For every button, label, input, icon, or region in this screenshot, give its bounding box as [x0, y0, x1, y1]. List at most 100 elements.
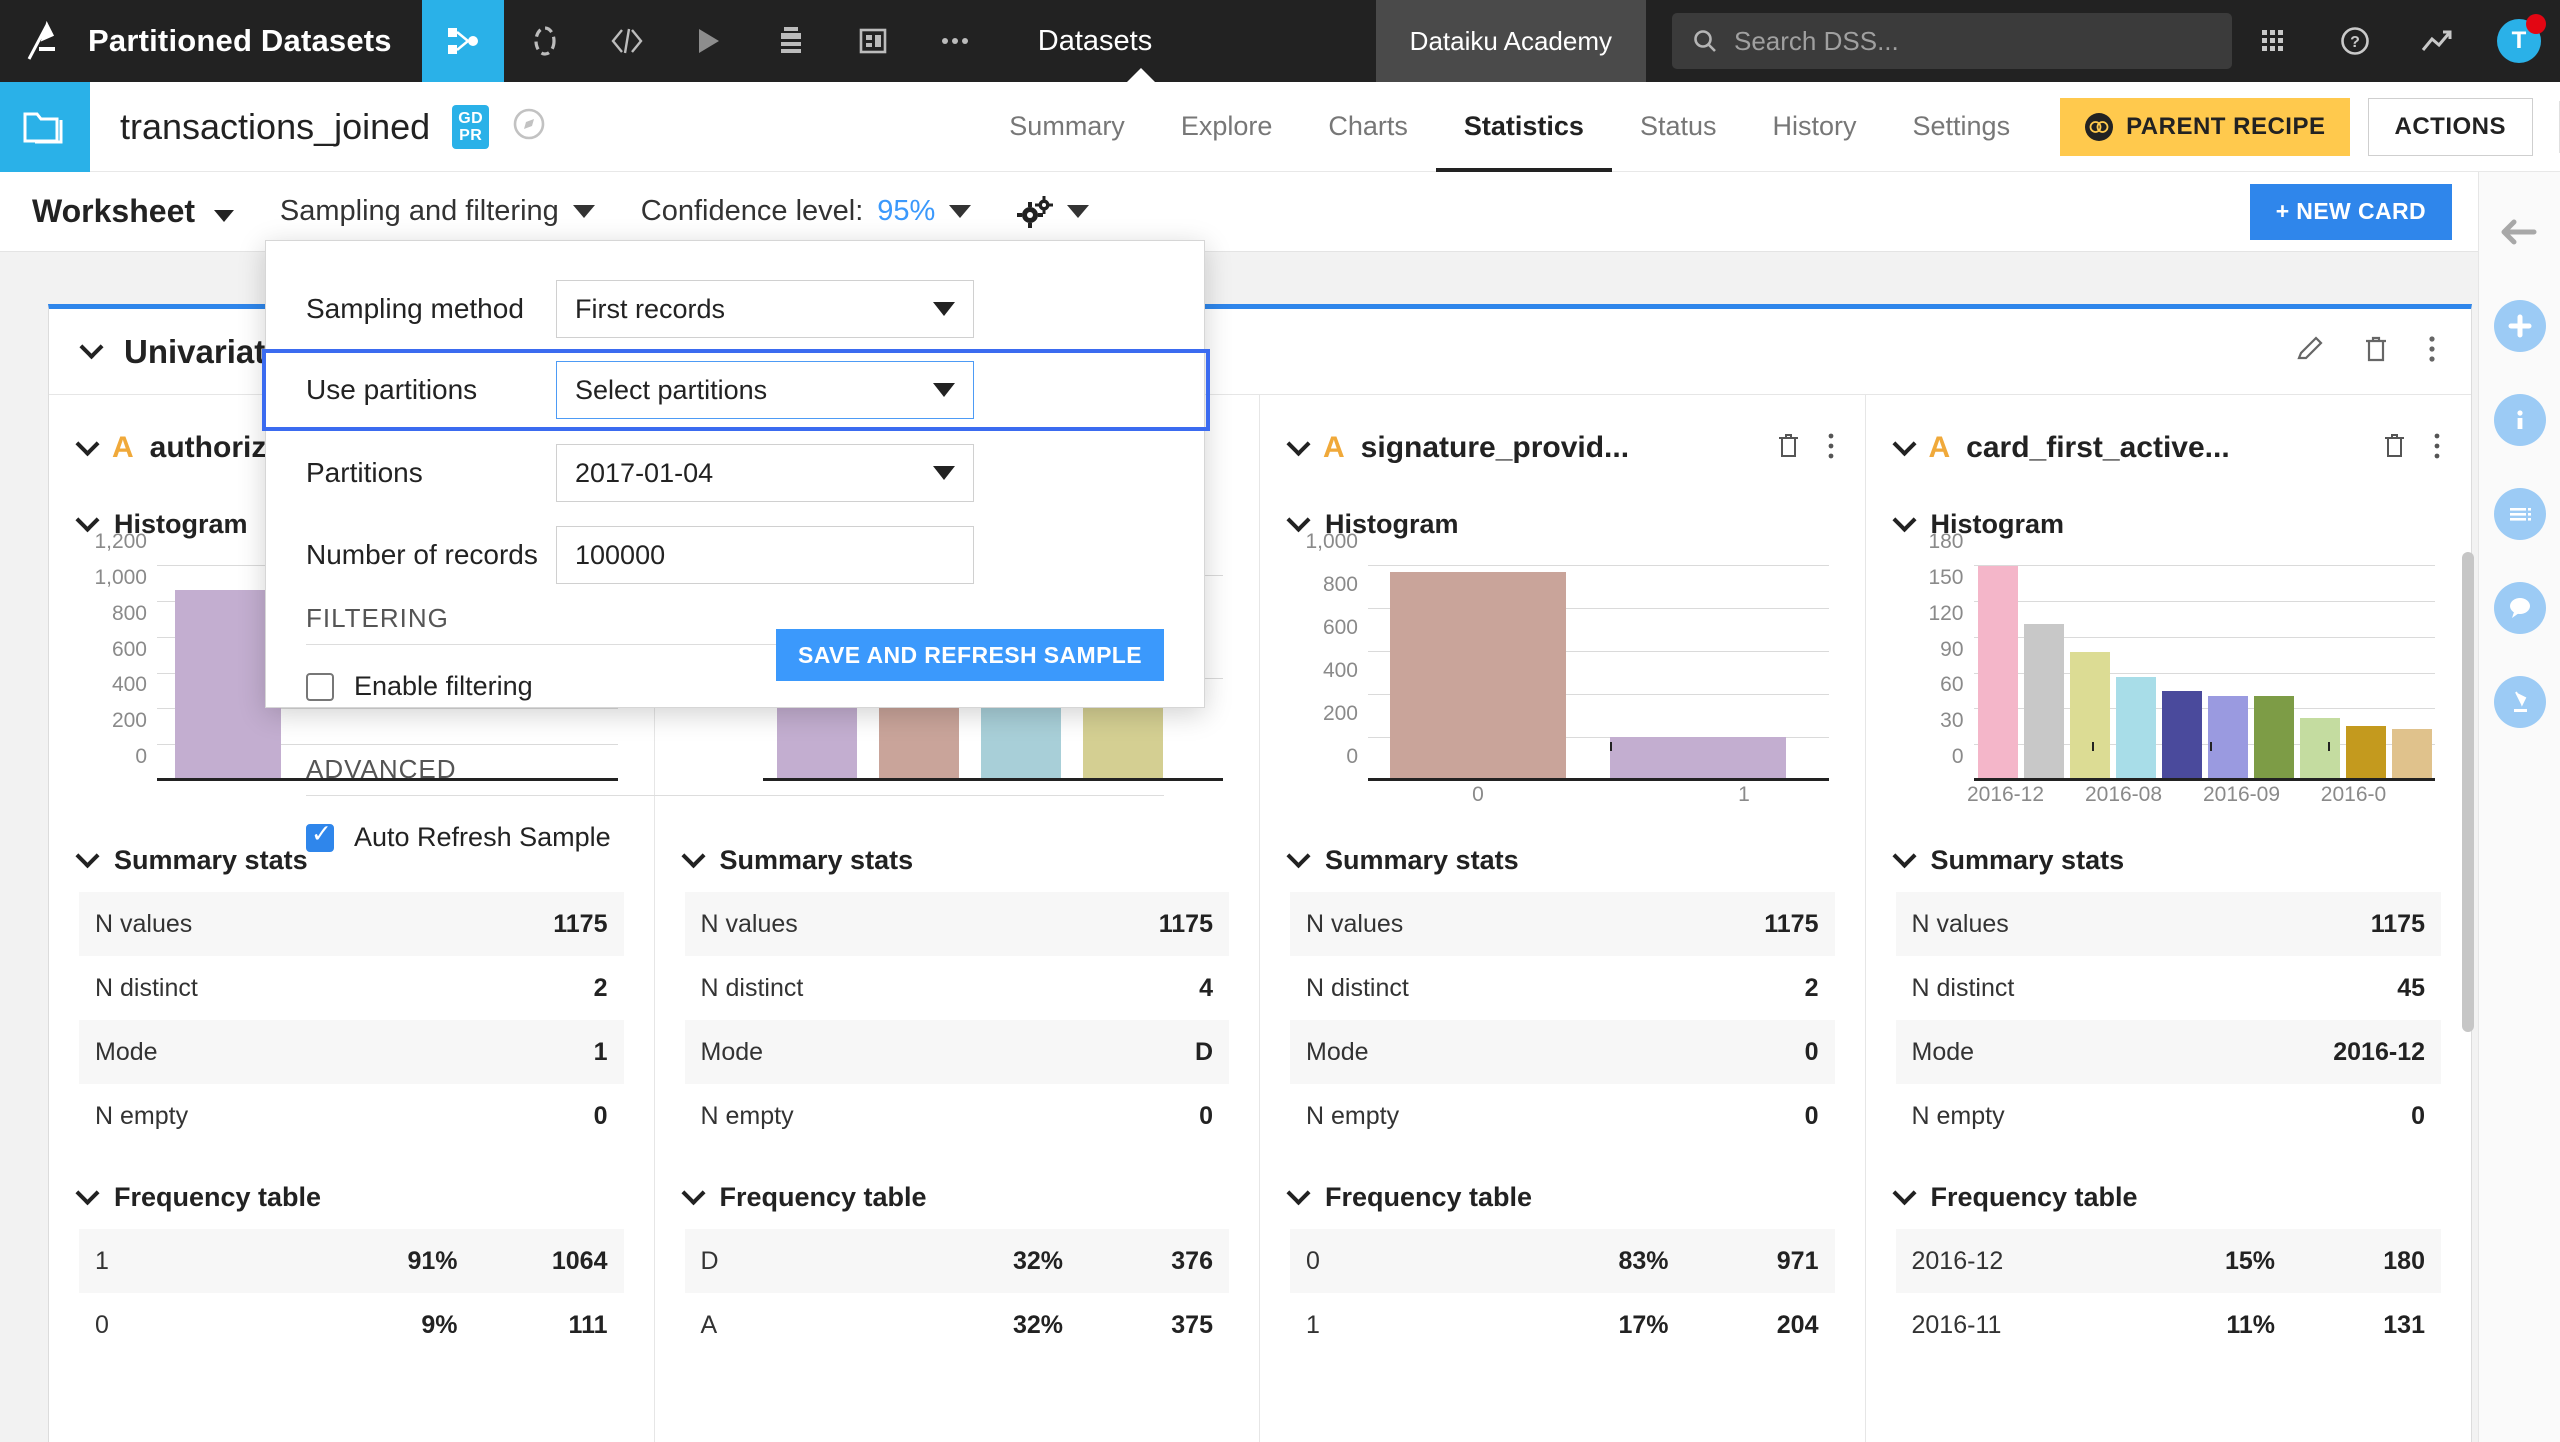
- chevron-down-icon: [1892, 1181, 1916, 1205]
- lab-icon[interactable]: [2494, 676, 2546, 728]
- use-partitions-select[interactable]: Select partitions: [556, 361, 974, 419]
- dataiku-logo-icon[interactable]: [0, 0, 82, 82]
- dashboard-icon[interactable]: [832, 0, 914, 82]
- plus-icon[interactable]: [2494, 300, 2546, 352]
- info-icon[interactable]: [2494, 394, 2546, 446]
- avatar[interactable]: T: [2478, 0, 2560, 82]
- code-icon[interactable]: [586, 0, 668, 82]
- freq-count: 376: [1063, 1247, 1213, 1276]
- sampling-and-filtering-menu[interactable]: Sampling and filtering: [280, 195, 595, 228]
- section-label[interactable]: Datasets: [1038, 25, 1152, 58]
- parent-recipe-button[interactable]: PARENT RECIPE: [2060, 98, 2349, 156]
- confidence-level-menu[interactable]: Confidence level: 95%: [641, 195, 972, 228]
- bar[interactable]: [1978, 566, 2018, 781]
- frequency-table-title[interactable]: Frequency table: [685, 1182, 1230, 1213]
- tab-summary[interactable]: Summary: [981, 82, 1153, 172]
- tab-settings[interactable]: Settings: [1885, 82, 2039, 172]
- tab-history[interactable]: History: [1745, 82, 1885, 172]
- svg-text:?: ?: [2350, 34, 2360, 51]
- bar[interactable]: [2392, 729, 2432, 781]
- lab-icon[interactable]: [504, 0, 586, 82]
- kebab-menu-icon[interactable]: [1827, 432, 1835, 465]
- search-icon: [1692, 28, 1718, 54]
- apps-grid-icon[interactable]: [2232, 0, 2314, 82]
- dataset-tabs: Summary Explore Charts Statistics Status…: [981, 82, 2560, 172]
- table-row: 083%971: [1290, 1229, 1835, 1293]
- bar[interactable]: [2116, 677, 2156, 781]
- trash-icon[interactable]: [1777, 432, 1801, 465]
- kebab-menu-icon[interactable]: [2427, 334, 2437, 369]
- bar[interactable]: [2024, 624, 2064, 781]
- bar[interactable]: [1390, 572, 1566, 781]
- worksheet-settings-menu[interactable]: [1017, 196, 1089, 228]
- trash-icon[interactable]: [2363, 334, 2389, 369]
- frequency-table-title[interactable]: Frequency table: [1896, 1182, 2442, 1213]
- partitions-select[interactable]: 2017-01-04: [556, 444, 974, 502]
- compass-icon[interactable]: [511, 106, 547, 147]
- tab-statistics[interactable]: Statistics: [1436, 82, 1612, 172]
- search-input[interactable]: Search DSS...: [1672, 13, 2232, 69]
- number-of-records-input[interactable]: 100000: [556, 526, 974, 584]
- academy-link[interactable]: Dataiku Academy: [1376, 0, 1646, 82]
- trash-icon[interactable]: [2383, 432, 2407, 465]
- summary-stats-title[interactable]: Summary stats: [1290, 845, 1835, 876]
- chevron-down-icon[interactable]: [75, 432, 99, 456]
- stat-key: N values: [95, 910, 192, 939]
- pencil-icon[interactable]: [2295, 334, 2325, 369]
- save-and-refresh-sample-button[interactable]: SAVE AND REFRESH SAMPLE: [776, 629, 1164, 681]
- bar[interactable]: [2300, 718, 2340, 781]
- bar[interactable]: [2070, 652, 2110, 781]
- freq-pct: 91%: [308, 1247, 458, 1276]
- tab-status[interactable]: Status: [1612, 82, 1745, 172]
- new-card-button[interactable]: + NEW CARD: [2250, 184, 2452, 240]
- jobs-icon[interactable]: [750, 0, 832, 82]
- tab-explore[interactable]: Explore: [1153, 82, 1301, 172]
- y-tick: 1,000: [1305, 530, 1358, 554]
- frequency-table-title[interactable]: Frequency table: [1290, 1182, 1835, 1213]
- stat-key: N distinct: [1912, 974, 2015, 1003]
- arrow-left-icon[interactable]: [2494, 206, 2546, 258]
- stat-key: N values: [701, 910, 798, 939]
- kebab-menu-icon[interactable]: [2433, 432, 2441, 465]
- table-row: N distinct45: [1896, 956, 2442, 1020]
- sampling-method-select[interactable]: First records: [556, 280, 974, 338]
- activity-icon[interactable]: [2396, 0, 2478, 82]
- actions-button[interactable]: ACTIONS: [2368, 98, 2534, 156]
- stat-key: Mode: [95, 1038, 158, 1067]
- chevron-down-icon[interactable]: [79, 335, 103, 359]
- bar[interactable]: [2208, 696, 2248, 781]
- run-icon[interactable]: [668, 0, 750, 82]
- frequency-table-title[interactable]: Frequency table: [79, 1182, 624, 1213]
- use-partitions-row: Use partitions Select partitions: [266, 353, 1206, 427]
- vertical-scrollbar[interactable]: [2462, 552, 2474, 1032]
- stat-value: 2016-12: [2333, 1038, 2425, 1067]
- help-icon[interactable]: ?: [2314, 0, 2396, 82]
- histogram-section-title[interactable]: Histogram: [1290, 509, 1835, 540]
- frequency-table: D32%376 A32%375: [685, 1229, 1230, 1357]
- enable-filtering-checkbox[interactable]: [306, 673, 334, 701]
- more-icon[interactable]: [914, 0, 996, 82]
- x-axis: [1974, 778, 2436, 781]
- project-title[interactable]: Partitioned Datasets: [88, 23, 392, 59]
- freq-count: 971: [1669, 1247, 1819, 1276]
- histogram-section-title[interactable]: Histogram: [1896, 509, 2442, 540]
- card-header: A card_first_active...: [1896, 421, 2442, 475]
- bar[interactable]: [2162, 691, 2202, 781]
- discussions-icon[interactable]: [2494, 582, 2546, 634]
- top-right-group: Dataiku Academy Search DSS... ? T: [1376, 0, 2560, 82]
- auto-refresh-sample-checkbox[interactable]: [306, 824, 334, 852]
- table-row: 117%204: [1290, 1293, 1835, 1357]
- bar[interactable]: [1610, 737, 1786, 781]
- tab-charts[interactable]: Charts: [1300, 82, 1436, 172]
- details-icon[interactable]: [2494, 488, 2546, 540]
- summary-stats-title[interactable]: Summary stats: [1896, 845, 2442, 876]
- worksheet-menu[interactable]: Worksheet: [32, 193, 234, 230]
- chevron-down-icon[interactable]: [1892, 432, 1916, 456]
- sampling-label: Sampling and filtering: [280, 195, 559, 228]
- chevron-down-icon[interactable]: [1286, 432, 1310, 456]
- flow-icon[interactable]: [422, 0, 504, 82]
- dataset-folder-icon[interactable]: [0, 82, 90, 172]
- bar[interactable]: [2254, 696, 2294, 781]
- auto-refresh-sample-row[interactable]: Auto Refresh Sample: [306, 822, 1164, 853]
- bar[interactable]: [2346, 726, 2386, 781]
